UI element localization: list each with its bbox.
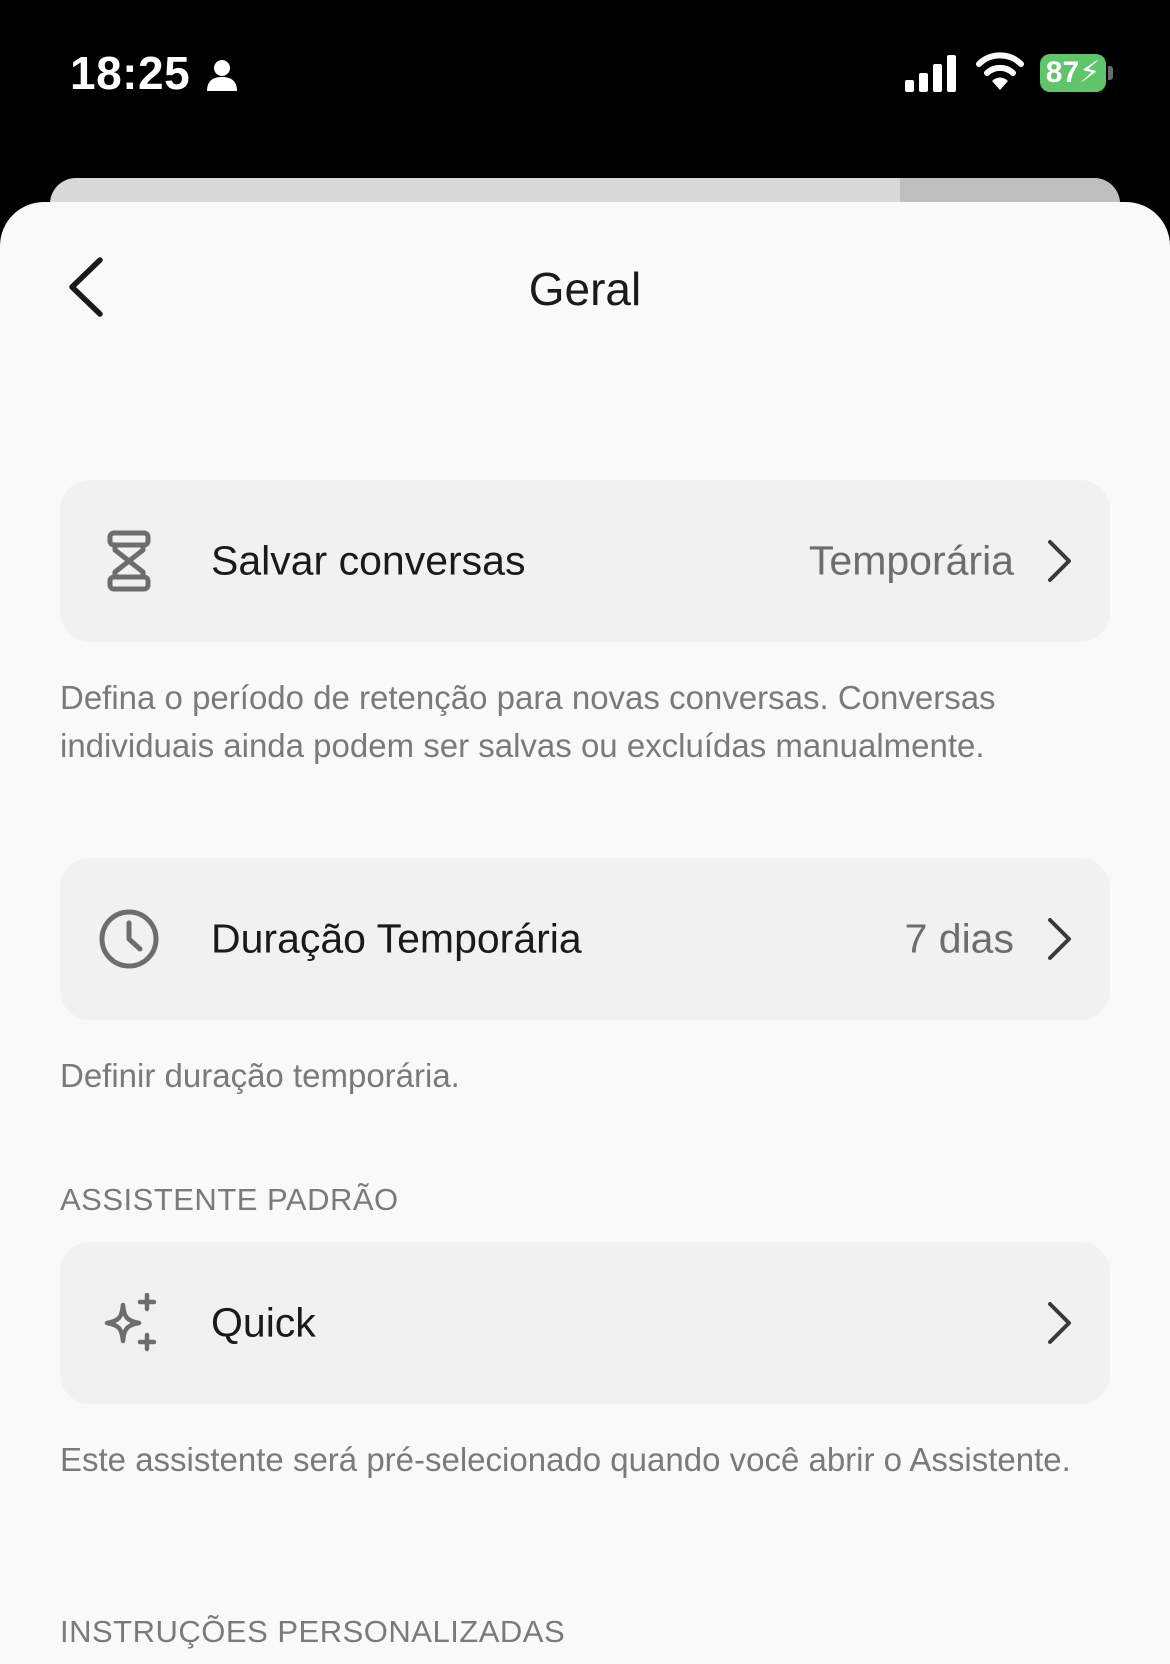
- clock-icon: [96, 906, 162, 972]
- cellular-signal-icon: [905, 55, 956, 92]
- default-assistant-description: Este assistente será pré-selecionado qua…: [60, 1441, 1071, 1478]
- chevron-right-icon: [1048, 918, 1071, 960]
- person-icon: [207, 60, 237, 91]
- battery-level: 87: [1045, 56, 1080, 89]
- default-assistant-row[interactable]: Quick: [60, 1242, 1110, 1404]
- save-chats-description: Defina o período de retenção para novas …: [60, 679, 996, 764]
- default-assistant-label: Quick: [211, 1299, 316, 1346]
- settings-sheet: Geral Salvar conversas Temporária Defina…: [0, 202, 1170, 1664]
- save-chats-value: Temporária: [808, 537, 1014, 584]
- temporary-duration-value: 7 dias: [904, 915, 1014, 962]
- sparkles-icon: [96, 1290, 162, 1356]
- default-assistant-section-header: ASSISTENTE PADRÃO: [60, 1182, 399, 1217]
- save-chats-label: Salvar conversas: [211, 537, 526, 584]
- page-title: Geral: [528, 263, 642, 315]
- chevron-right-icon: [1048, 1302, 1071, 1344]
- status-time: 18:25: [70, 47, 191, 99]
- hourglass-icon: [96, 528, 162, 594]
- battery-tip: [1108, 66, 1113, 80]
- temporary-duration-label: Duração Temporária: [211, 915, 582, 962]
- status-bar: 18:25 87⚡: [0, 0, 1170, 160]
- battery-indicator: 87⚡: [1040, 54, 1106, 92]
- temporary-duration-row[interactable]: Duração Temporária 7 dias: [60, 858, 1110, 1020]
- charging-icon: ⚡: [1079, 56, 1101, 89]
- wifi-icon: [976, 52, 1024, 90]
- chevron-right-icon: [1048, 540, 1071, 582]
- temporary-duration-description: Definir duração temporária.: [60, 1057, 460, 1094]
- custom-instructions-section-header: INSTRUÇÕES PERSONALIZADAS: [60, 1614, 566, 1649]
- save-chats-row[interactable]: Salvar conversas Temporária: [60, 480, 1110, 642]
